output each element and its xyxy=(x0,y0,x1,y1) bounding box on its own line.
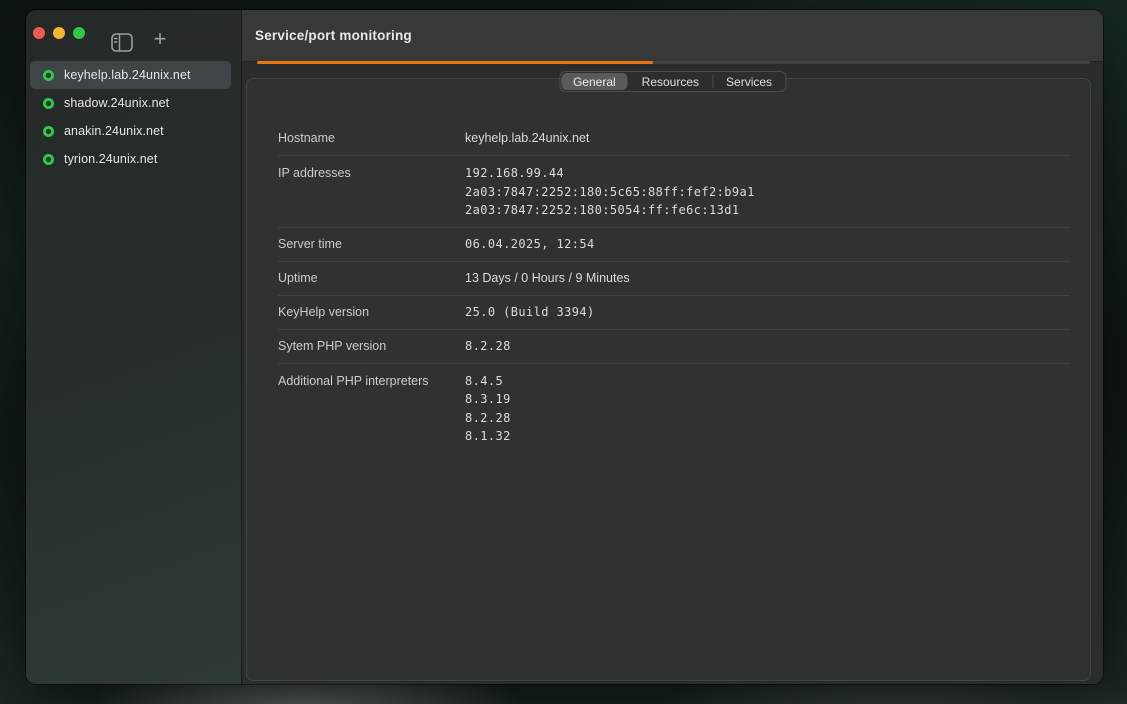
plus-icon[interactable]: + xyxy=(149,26,171,52)
tab-segmented-control: General Resources Services xyxy=(559,71,786,92)
app-window: + keyhelp.lab.24unix.net shadow.24unix.n… xyxy=(26,10,1103,684)
progress-bar xyxy=(257,61,1090,64)
sidebar-item-anakin[interactable]: anakin.24unix.net xyxy=(30,117,231,145)
server-label: shadow.24unix.net xyxy=(64,96,169,110)
main-pane: Service/port monitoring General Resource… xyxy=(242,10,1103,684)
ip-line: 192.168.99.44 xyxy=(465,164,755,183)
titlebar: Service/port monitoring xyxy=(242,10,1103,62)
row-uptime: Uptime 13 Days / 0 Hours / 9 Minutes xyxy=(278,262,1070,296)
close-button[interactable] xyxy=(33,27,45,39)
row-label: Additional PHP interpreters xyxy=(278,372,465,446)
row-hostname: Hostname keyhelp.lab.24unix.net xyxy=(278,122,1070,156)
sidebar-item-shadow[interactable]: shadow.24unix.net xyxy=(30,89,231,117)
row-value: keyhelp.lab.24unix.net xyxy=(465,129,589,148)
tab-resources[interactable]: Resources xyxy=(629,72,712,91)
row-value: 8.4.5 8.3.19 8.2.28 8.1.32 xyxy=(465,372,511,446)
row-label: IP addresses xyxy=(278,164,465,220)
general-tab-panel: Hostname keyhelp.lab.24unix.net IP addre… xyxy=(246,78,1091,681)
server-label: keyhelp.lab.24unix.net xyxy=(64,68,191,82)
tab-services[interactable]: Services xyxy=(713,72,785,91)
zoom-button[interactable] xyxy=(73,27,85,39)
row-value: 13 Days / 0 Hours / 9 Minutes xyxy=(465,269,630,288)
row-label: KeyHelp version xyxy=(278,303,465,322)
server-label: anakin.24unix.net xyxy=(64,124,164,138)
row-value: 8.2.28 xyxy=(465,337,511,356)
php-version-line: 8.3.19 xyxy=(465,390,511,409)
tab-general[interactable]: General xyxy=(561,73,628,90)
php-version-line: 8.1.32 xyxy=(465,427,511,446)
progress-bar-fill xyxy=(257,61,653,64)
row-keyhelp-version: KeyHelp version 25.0 (Build 3394) xyxy=(278,296,1070,330)
row-ip-addresses: IP addresses 192.168.99.44 2a03:7847:225… xyxy=(278,156,1070,228)
status-online-icon xyxy=(43,154,54,165)
server-label: tyrion.24unix.net xyxy=(64,152,157,166)
minimize-button[interactable] xyxy=(53,27,65,39)
status-online-icon xyxy=(43,126,54,137)
row-value: 192.168.99.44 2a03:7847:2252:180:5c65:88… xyxy=(465,164,755,220)
status-online-icon xyxy=(43,70,54,81)
status-online-icon xyxy=(43,98,54,109)
row-additional-php: Additional PHP interpreters 8.4.5 8.3.19… xyxy=(278,364,1070,453)
sidebar: + keyhelp.lab.24unix.net shadow.24unix.n… xyxy=(26,10,242,684)
server-list: keyhelp.lab.24unix.net shadow.24unix.net… xyxy=(30,61,231,173)
sidebar-item-keyhelp[interactable]: keyhelp.lab.24unix.net xyxy=(30,61,231,89)
row-server-time: Server time 06.04.2025, 12:54 xyxy=(278,228,1070,262)
sidebar-item-tyrion[interactable]: tyrion.24unix.net xyxy=(30,145,231,173)
ip-line: 2a03:7847:2252:180:5054:ff:fe6c:13d1 xyxy=(465,201,755,220)
row-label: Hostname xyxy=(278,129,465,148)
detail-rows: Hostname keyhelp.lab.24unix.net IP addre… xyxy=(278,122,1070,453)
ip-line: 2a03:7847:2252:180:5c65:88ff:fef2:b9a1 xyxy=(465,183,755,202)
row-label: Uptime xyxy=(278,269,465,288)
desktop-wallpaper: + keyhelp.lab.24unix.net shadow.24unix.n… xyxy=(0,0,1127,704)
traffic-lights xyxy=(33,27,85,39)
php-version-line: 8.4.5 xyxy=(465,372,511,391)
row-value: 25.0 (Build 3394) xyxy=(465,303,595,322)
row-value: 06.04.2025, 12:54 xyxy=(465,235,595,254)
row-system-php-version: Sytem PHP version 8.2.28 xyxy=(278,330,1070,364)
row-label: Server time xyxy=(278,235,465,254)
row-label: Sytem PHP version xyxy=(278,337,465,356)
php-version-line: 8.2.28 xyxy=(465,409,511,428)
sidebar-toggle-icon[interactable] xyxy=(111,33,133,52)
page-title: Service/port monitoring xyxy=(255,28,412,43)
